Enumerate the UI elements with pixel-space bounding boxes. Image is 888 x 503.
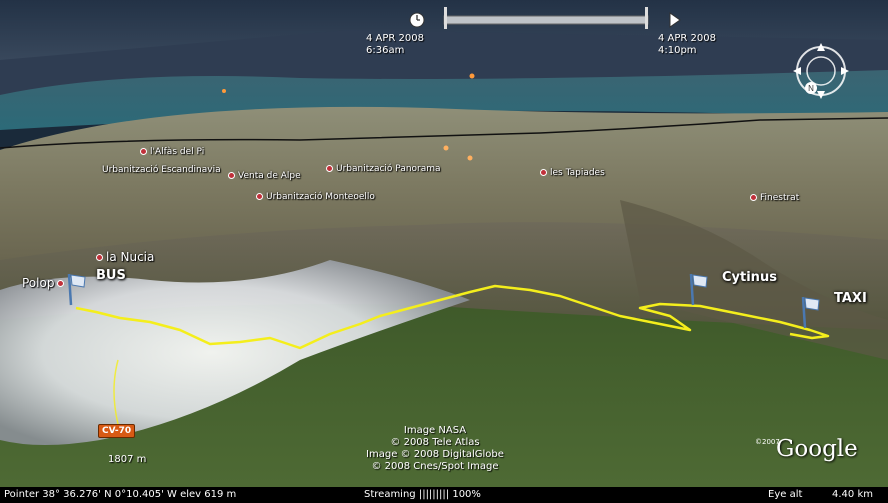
place-monteoello[interactable]: Urbanització Monteoello (256, 192, 375, 202)
place-panorama[interactable]: Urbanització Panorama (326, 164, 441, 174)
time-start: 4 APR 2008 6:36am (366, 33, 424, 57)
imagery-credits: Image NASA © 2008 Tele Atlas Image © 200… (330, 425, 540, 473)
place-finestrat[interactable]: Finestrat (750, 193, 799, 203)
start-time: 6:36am (366, 45, 405, 56)
light-marker (467, 155, 473, 161)
eye-alt-label: Eye alt (768, 489, 803, 500)
marker-taxi[interactable]: TAXI (834, 291, 867, 306)
marker-cytinus[interactable]: Cytinus (722, 270, 777, 285)
time-handle-start[interactable] (444, 7, 447, 29)
light-marker (469, 73, 475, 79)
play-icon[interactable] (669, 12, 681, 28)
flag-icon[interactable] (688, 272, 710, 306)
place-escandinavia[interactable]: Urbanització Escandinavia (102, 165, 221, 175)
place-nucia[interactable]: la Nucia (96, 250, 154, 264)
place-tapiades[interactable]: les Tapiades (540, 168, 605, 178)
light-marker (443, 145, 449, 151)
credit-line: Image © 2008 DigitalGlobe (366, 449, 504, 460)
streaming-readout: Streaming ||||||||| 100% (364, 489, 481, 500)
place-alfas[interactable]: l'Alfàs del Pi (140, 147, 204, 157)
flag-icon[interactable] (800, 295, 822, 329)
time-track (443, 15, 649, 25)
place-alpe[interactable]: Venta de Alpe (228, 171, 301, 181)
road-shield: CV-70 (98, 424, 136, 438)
credit-line: Image NASA (403, 425, 467, 436)
elevation-label: 1807 m (108, 454, 147, 465)
credit-line: © 2008 Tele Atlas (390, 437, 480, 448)
light-marker (222, 89, 226, 93)
flag-icon[interactable] (66, 272, 88, 306)
map-viewport[interactable]: 4 APR 2008 6:36am 4 APR 2008 4:10pm N l'… (0, 0, 888, 503)
eye-alt-value: 4.40 km (832, 489, 873, 500)
pointer-readout: Pointer 38° 36.276' N 0°10.405' W elev 6… (4, 489, 237, 500)
time-handle-end[interactable] (645, 7, 648, 29)
place-polop[interactable]: Polop (22, 276, 67, 290)
credit-line: © 2008 Cnes/Spot Image (371, 461, 499, 472)
start-date: 4 APR 2008 (366, 33, 424, 44)
end-date: 4 APR 2008 (658, 33, 716, 44)
time-end: 4 APR 2008 4:10pm (658, 33, 716, 57)
google-logo: Google (776, 436, 858, 462)
compass-letter: N (805, 82, 817, 94)
clock-icon[interactable] (409, 12, 425, 28)
marker-bus[interactable]: BUS (96, 268, 126, 283)
status-bar: Pointer 38° 36.276' N 0°10.405' W elev 6… (0, 487, 888, 503)
end-time: 4:10pm (658, 45, 697, 56)
time-slider[interactable] (408, 4, 688, 54)
compass-icon[interactable]: N (787, 40, 855, 102)
svg-text:N: N (808, 84, 814, 93)
